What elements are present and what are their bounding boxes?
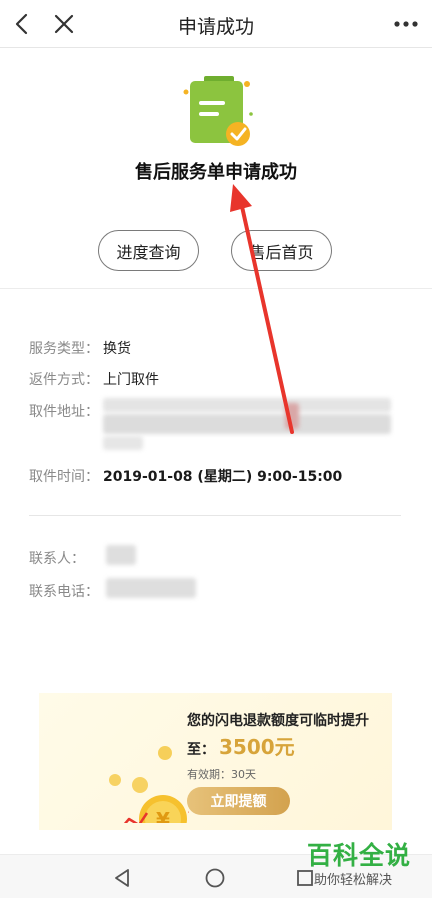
raise-limit-button[interactable]: 立即提额: [187, 787, 290, 815]
contact-redacted: [106, 545, 136, 565]
divider: [0, 288, 432, 289]
phone-redacted: [106, 578, 196, 598]
return-method-value: 上门取件: [103, 372, 159, 388]
pickup-time-label: 取件时间：: [29, 469, 99, 485]
phone-label: 联系电话：: [29, 584, 99, 600]
pickup-time-row: 取件时间： 2019-01-08 (星期二) 9:00-15:00: [29, 466, 342, 486]
system-back-icon[interactable]: [112, 867, 134, 889]
return-method-row: 返件方式： 上门取件: [29, 369, 159, 389]
contact-row: 联系人：: [29, 548, 103, 568]
aftersales-home-button[interactable]: 售后首页: [231, 230, 332, 271]
service-type-label: 服务类型：: [29, 341, 99, 357]
promo-validity: 有效期：30天: [187, 768, 256, 781]
coin-illustration-icon: ¥: [79, 733, 223, 843]
success-title: 售后服务单申请成功: [135, 162, 297, 183]
promo-amount: 3500元: [219, 735, 295, 759]
return-method-label: 返件方式：: [29, 372, 99, 388]
service-type-value: 换货: [103, 341, 131, 357]
watermark-subtitle: 助你轻松解决: [314, 873, 393, 888]
system-home-icon[interactable]: [204, 867, 226, 889]
pickup-time-value: 2019-01-08 (星期二) 9:00-15:00: [103, 469, 343, 485]
refund-limit-promo-banner[interactable]: ¥ 您的闪电退款额度可临时提升 至： 3500元 有效期：30天 立即提额: [39, 693, 392, 843]
more-icon[interactable]: [390, 8, 422, 40]
top-navbar: 申请成功: [0, 0, 432, 48]
progress-query-button[interactable]: 进度查询: [98, 230, 199, 271]
phone-row: 联系电话：: [29, 581, 103, 601]
pickup-address-label: 取件地址：: [29, 404, 99, 420]
svg-text:¥: ¥: [156, 808, 170, 823]
watermark-logo: 百科全说: [307, 841, 412, 870]
page-title: 申请成功: [177, 16, 254, 38]
pickup-address-row: 取件地址：: [29, 401, 103, 421]
promo-prefix: 至：: [187, 742, 215, 758]
promo-headline: 您的闪电退款额度可临时提升: [187, 713, 369, 729]
divider: [29, 515, 401, 516]
contact-label: 联系人：: [29, 551, 85, 567]
promo-amount-line: 至： 3500元: [187, 731, 295, 760]
success-clipboard-icon: [183, 74, 255, 148]
service-type-row: 服务类型： 换货: [29, 338, 131, 358]
